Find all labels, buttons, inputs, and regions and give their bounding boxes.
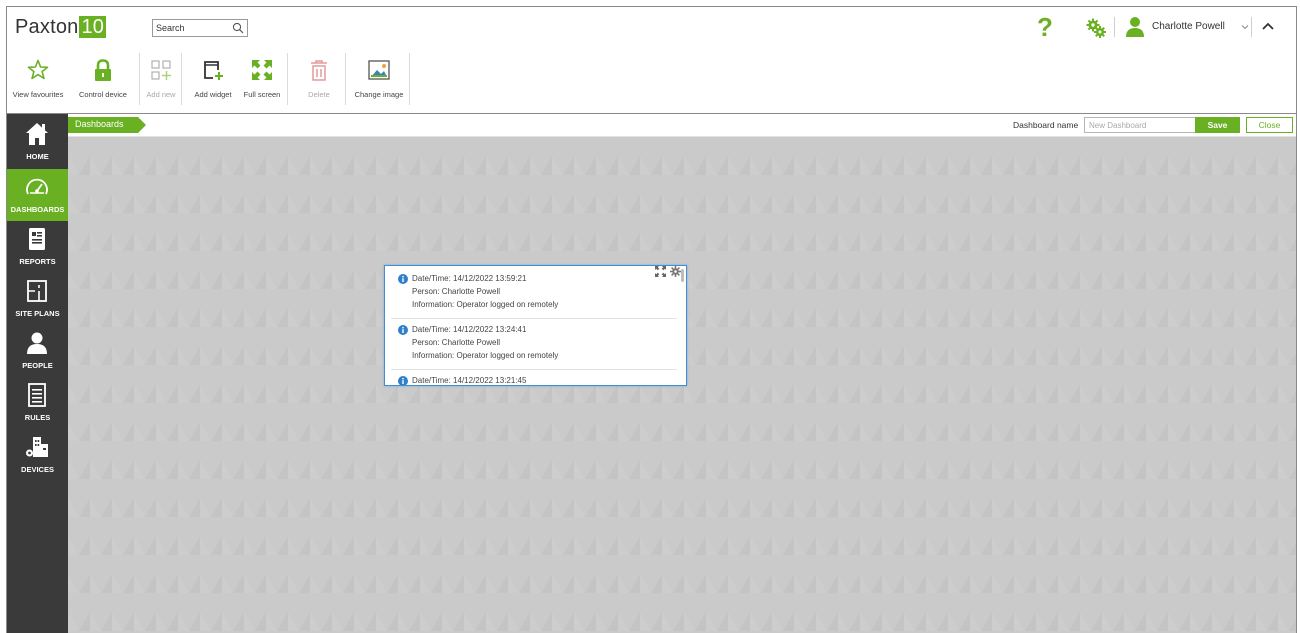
search-input[interactable] xyxy=(156,21,230,35)
delete-label: Delete xyxy=(308,90,330,99)
control-device-label: Control device xyxy=(79,90,127,99)
toolbar-group-add: Add new xyxy=(143,53,182,105)
person-icon xyxy=(27,332,47,354)
dashboard-name-input[interactable] xyxy=(1084,117,1200,133)
ribbon-toolbar: View favourites Control device Add new A… xyxy=(7,47,1296,114)
event-datetime: Date/Time: 14/12/2022 13:24:41 xyxy=(412,325,527,334)
breadcrumb-item-dashboards[interactable]: Dashboards xyxy=(75,119,124,129)
widget-scrollbar[interactable] xyxy=(681,269,684,282)
paxton-logo: Paxton 10 xyxy=(15,16,107,39)
info-icon xyxy=(398,274,408,284)
dashboard-canvas[interactable]: Date/Time: 14/12/2022 13:59:21 Person: C… xyxy=(68,137,1296,633)
trash-icon xyxy=(311,60,327,81)
nav-home-label: HOME xyxy=(26,152,49,161)
dashboard-gauge-icon xyxy=(26,178,48,195)
collapse-toolbar-chevron-up-icon[interactable] xyxy=(1260,18,1276,34)
settings-gears-icon[interactable] xyxy=(1085,17,1107,39)
event-divider xyxy=(391,318,677,319)
search-icon[interactable] xyxy=(232,22,244,34)
add-new-label: Add new xyxy=(146,90,176,99)
logo-text: Paxton xyxy=(15,16,79,38)
header-divider xyxy=(1251,17,1252,37)
add-widget-icon xyxy=(204,61,223,80)
nav-rules[interactable]: RULES xyxy=(7,377,68,429)
star-icon xyxy=(27,59,49,80)
nav-reports[interactable]: REPORTS xyxy=(7,221,68,273)
widget-settings-gear-icon[interactable] xyxy=(670,266,681,277)
add-new-button[interactable]: Add new xyxy=(143,53,179,105)
app-window: Paxton10 ? Charlotte Powell xyxy=(6,6,1297,633)
logo-number: 10 xyxy=(79,16,107,38)
info-icon xyxy=(398,376,408,385)
nav-site-plans[interactable]: SITE PLANS xyxy=(7,273,68,325)
delete-button[interactable]: Delete xyxy=(299,53,339,105)
nav-rules-label: RULES xyxy=(24,413,51,422)
event-information: Information: Operator logged on remotely xyxy=(412,300,559,309)
home-icon xyxy=(26,123,48,145)
view-favourites-button[interactable]: View favourites xyxy=(10,53,66,105)
rules-icon xyxy=(28,383,46,407)
toolbar-group-general: View favourites Control device xyxy=(10,53,140,105)
toolbar-group-widget: Add widget Full screen xyxy=(185,53,288,105)
save-button[interactable]: Save xyxy=(1195,117,1240,133)
user-avatar-icon xyxy=(1126,17,1144,37)
event-information: Information: Operator logged on remotely xyxy=(412,351,559,360)
nav-home[interactable]: HOME xyxy=(7,116,68,168)
header-divider xyxy=(1114,17,1115,37)
image-icon xyxy=(368,60,390,80)
change-image-label: Change image xyxy=(354,90,404,99)
widget-expand-icon[interactable] xyxy=(655,266,666,277)
nav-people-label: PEOPLE xyxy=(22,361,53,370)
header-bar: Paxton10 ? Charlotte Powell xyxy=(7,7,1296,47)
info-icon xyxy=(398,325,408,335)
padlock-icon xyxy=(95,59,111,81)
full-screen-label: Full screen xyxy=(243,90,281,99)
add-widget-label: Add widget xyxy=(194,90,232,99)
event-person: Person: Charlotte Powell xyxy=(412,338,501,347)
change-image-button[interactable]: Change image xyxy=(351,53,407,105)
event-person: Person: Charlotte Powell xyxy=(412,287,501,296)
event-datetime: Date/Time: 14/12/2022 13:21:45 xyxy=(412,376,527,385)
nav-site-plans-label: SITE PLANS xyxy=(15,309,60,318)
control-device-button[interactable]: Control device xyxy=(68,53,138,105)
add-widget-button[interactable]: Add widget xyxy=(189,53,237,105)
nav-devices-label: DEVICES xyxy=(21,465,54,474)
events-widget[interactable]: Date/Time: 14/12/2022 13:59:21 Person: C… xyxy=(384,265,687,386)
user-name[interactable]: Charlotte Powell xyxy=(1152,21,1225,32)
close-button[interactable]: Close xyxy=(1246,117,1293,133)
search-box[interactable] xyxy=(152,19,248,37)
chevron-down-icon[interactable] xyxy=(1240,22,1250,32)
nav-dashboards[interactable]: DASHBOARDS xyxy=(7,169,68,221)
event-divider xyxy=(391,369,677,370)
fullscreen-icon xyxy=(252,60,272,80)
view-favourites-label: View favourites xyxy=(12,90,64,99)
add-grid-icon xyxy=(151,60,171,80)
toolbar-group-image: Change image xyxy=(349,53,410,105)
nav-devices[interactable]: DEVICES xyxy=(7,429,68,481)
toolbar-group-delete: Delete xyxy=(291,53,346,105)
devices-icon xyxy=(26,437,48,457)
nav-reports-label: REPORTS xyxy=(19,257,56,266)
full-screen-button[interactable]: Full screen xyxy=(237,53,287,105)
site-plan-icon xyxy=(27,280,47,302)
reports-icon xyxy=(29,228,45,250)
nav-dashboards-label: DASHBOARDS xyxy=(10,205,65,214)
breadcrumb-bar: Dashboards Dashboard name Save Close xyxy=(68,114,1296,137)
help-icon[interactable]: ? xyxy=(1037,13,1053,41)
event-datetime: Date/Time: 14/12/2022 13:59:21 xyxy=(412,274,527,283)
main-navigation: HOME DASHBOARDS REPORTS SITE PLANS PEOPL… xyxy=(7,114,68,633)
dashboard-name-label: Dashboard name xyxy=(1013,120,1079,130)
nav-people[interactable]: PEOPLE xyxy=(7,325,68,377)
